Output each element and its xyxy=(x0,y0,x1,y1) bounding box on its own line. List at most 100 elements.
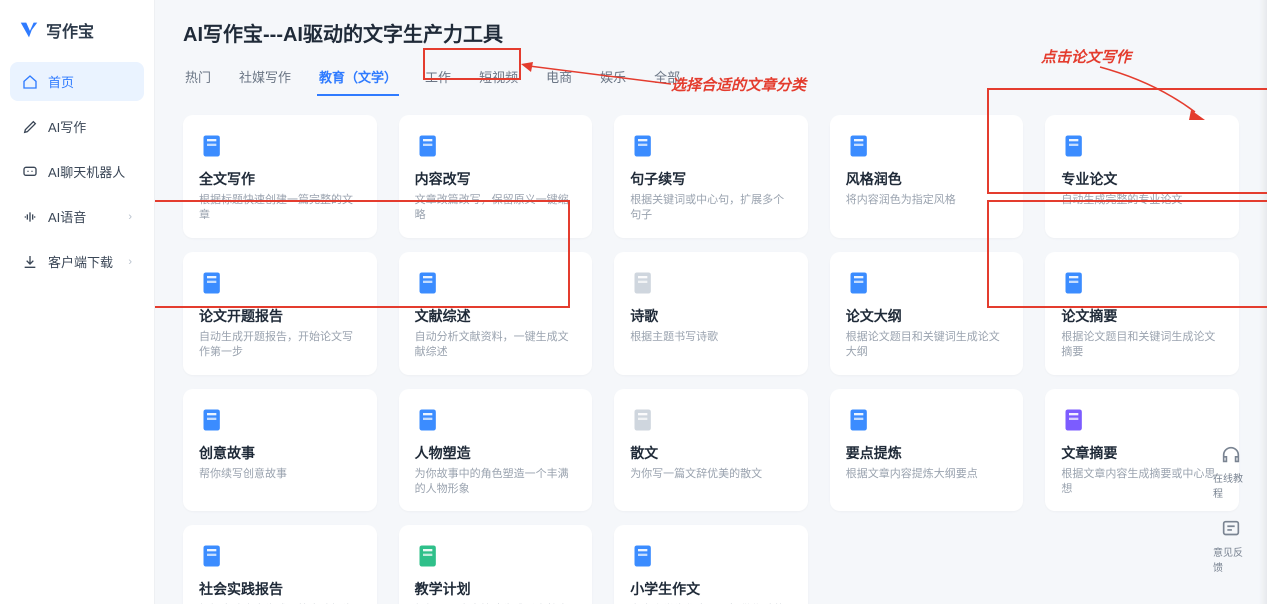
template-card-16[interactable]: 教学计划根据课程内容快速生成千字教案 xyxy=(399,525,593,604)
card-desc: 文章改篇改写，保留原义一键缩略 xyxy=(415,193,577,224)
card-icon xyxy=(415,541,445,571)
card-desc: 根据论文题目和关键词生成论文大纲 xyxy=(846,330,1008,361)
card-icon xyxy=(846,131,876,161)
template-card-17[interactable]: 小学生作文为中小学生作文题目提供优秀范文 xyxy=(614,525,808,604)
card-title: 散文 xyxy=(630,443,792,463)
template-card-7[interactable]: 诗歌根据主题书写诗歌 xyxy=(614,252,808,375)
tab-6[interactable]: 娱乐 xyxy=(598,61,628,96)
chat-icon xyxy=(22,164,38,180)
card-desc: 根据文章内容生成摘要或中心思想 xyxy=(1061,467,1223,498)
card-icon xyxy=(415,268,445,298)
card-title: 论文大纲 xyxy=(846,306,1008,326)
template-card-13[interactable]: 要点提炼根据文章内容提炼大纲要点 xyxy=(830,389,1024,512)
sidebar-item-voice[interactable]: AI语音 › xyxy=(10,197,144,236)
chevron-right-icon: › xyxy=(128,256,132,268)
tab-7[interactable]: 全部 xyxy=(652,61,682,96)
template-card-10[interactable]: 创意故事帮你续写创意故事 xyxy=(183,389,377,512)
card-desc: 根据文章内容提炼大纲要点 xyxy=(846,467,1008,482)
download-icon xyxy=(22,254,38,270)
sidebar-item-home[interactable]: 首页 xyxy=(10,62,144,101)
card-desc: 根据论文题目和关键词生成论文摘要 xyxy=(1061,330,1223,361)
card-icon xyxy=(1061,268,1091,298)
card-icon xyxy=(199,268,229,298)
tab-2[interactable]: 教育（文学） xyxy=(317,61,399,96)
home-icon xyxy=(22,74,38,90)
template-card-2[interactable]: 句子续写根据关键词或中心句，扩展多个句子 xyxy=(614,115,808,238)
sidebar-item-label: AI写作 xyxy=(48,117,86,136)
card-title: 内容改写 xyxy=(415,169,577,189)
card-icon xyxy=(199,405,229,435)
sidebar-item-chatbot[interactable]: AI聊天机器人 xyxy=(10,152,144,191)
card-desc: 帮你续写创意故事 xyxy=(199,467,361,482)
card-icon xyxy=(415,131,445,161)
card-title: 全文写作 xyxy=(199,169,361,189)
card-icon xyxy=(630,541,660,571)
brand-icon xyxy=(18,19,40,41)
sidebar-item-label: AI聊天机器人 xyxy=(48,162,125,181)
tab-0[interactable]: 热门 xyxy=(183,61,213,96)
tab-4[interactable]: 短视频 xyxy=(477,61,520,96)
template-card-1[interactable]: 内容改写文章改篇改写，保留原义一键缩略 xyxy=(399,115,593,238)
category-tabs: 热门社媒写作教育（文学） 工作短视频电商娱乐全部 xyxy=(183,61,1239,97)
card-title: 教学计划 xyxy=(415,579,577,599)
card-icon xyxy=(1061,131,1091,161)
card-title: 文章摘要 xyxy=(1061,443,1223,463)
card-icon xyxy=(415,405,445,435)
card-title: 社会实践报告 xyxy=(199,579,361,599)
template-card-15[interactable]: 社会实践报告根据实践内容生成一篇实践报告 xyxy=(183,525,377,604)
card-icon xyxy=(846,405,876,435)
sidebar-item-label: 客户端下载 xyxy=(48,252,113,271)
card-icon xyxy=(199,131,229,161)
template-card-14[interactable]: 文章摘要根据文章内容生成摘要或中心思想 xyxy=(1045,389,1239,512)
template-card-12[interactable]: 散文为你写一篇文辞优美的散文 xyxy=(614,389,808,512)
card-icon xyxy=(846,268,876,298)
card-desc: 将内容润色为指定风格 xyxy=(846,193,1008,208)
pen-icon xyxy=(22,119,38,135)
sidebar-item-label: AI语音 xyxy=(48,207,86,226)
template-card-6[interactable]: 文献综述自动分析文献资料，一键生成文献综述 xyxy=(399,252,593,375)
sidebar: 写作宝 首页 AI写作 AI聊天机器人 AI语音 › 客户端下载 › xyxy=(0,0,155,604)
card-title: 诗歌 xyxy=(630,306,792,326)
float-feedback[interactable]: 意见反馈 xyxy=(1213,518,1249,574)
sidebar-item-download[interactable]: 客户端下载 › xyxy=(10,242,144,281)
headset-icon xyxy=(1220,444,1242,466)
card-icon xyxy=(630,131,660,161)
card-title: 论文摘要 xyxy=(1061,306,1223,326)
page-title: AI写作宝---AI驱动的文字生产力工具 xyxy=(183,18,1239,47)
card-title: 句子续写 xyxy=(630,169,792,189)
float-actions: 在线教程 意见反馈 xyxy=(1213,444,1249,574)
template-card-5[interactable]: 论文开题报告自动生成开题报告，开始论文写作第一步 xyxy=(183,252,377,375)
tab-5[interactable]: 电商 xyxy=(544,61,574,96)
card-title: 小学生作文 xyxy=(630,579,792,599)
card-desc: 自动生成完整的专业论文 xyxy=(1061,193,1223,208)
tab-3[interactable]: 工作 xyxy=(423,61,453,96)
sidebar-item-label: 首页 xyxy=(48,72,74,91)
template-card-4[interactable]: 专业论文自动生成完整的专业论文 xyxy=(1045,115,1239,238)
template-card-0[interactable]: 全文写作根据标题快速创建一篇完整的文章 xyxy=(183,115,377,238)
chevron-right-icon: › xyxy=(128,211,132,223)
card-title: 创意故事 xyxy=(199,443,361,463)
card-desc: 根据标题快速创建一篇完整的文章 xyxy=(199,193,361,224)
template-card-11[interactable]: 人物塑造为你故事中的角色塑造一个丰满的人物形象 xyxy=(399,389,593,512)
float-tutorial[interactable]: 在线教程 xyxy=(1213,444,1249,500)
template-grid: 全文写作根据标题快速创建一篇完整的文章内容改写文章改篇改写，保留原义一键缩略句子… xyxy=(183,115,1239,604)
feedback-icon xyxy=(1220,518,1242,540)
sidebar-item-write[interactable]: AI写作 xyxy=(10,107,144,146)
card-desc: 自动分析文献资料，一键生成文献综述 xyxy=(415,330,577,361)
float-label: 意见反馈 xyxy=(1213,544,1249,574)
card-title: 专业论文 xyxy=(1061,169,1223,189)
float-label: 在线教程 xyxy=(1213,470,1249,500)
template-card-3[interactable]: 风格润色将内容润色为指定风格 xyxy=(830,115,1024,238)
tab-1[interactable]: 社媒写作 xyxy=(237,61,293,96)
card-desc: 根据主题书写诗歌 xyxy=(630,330,792,345)
card-title: 文献综述 xyxy=(415,306,577,326)
audio-icon xyxy=(22,209,38,225)
template-card-8[interactable]: 论文大纲根据论文题目和关键词生成论文大纲 xyxy=(830,252,1024,375)
card-icon xyxy=(630,268,660,298)
card-desc: 自动生成开题报告，开始论文写作第一步 xyxy=(199,330,361,361)
card-title: 风格润色 xyxy=(846,169,1008,189)
template-card-9[interactable]: 论文摘要根据论文题目和关键词生成论文摘要 xyxy=(1045,252,1239,375)
card-icon xyxy=(1061,405,1091,435)
main-content: AI写作宝---AI驱动的文字生产力工具 热门社媒写作教育（文学） 工作短视频电商… xyxy=(155,0,1267,604)
card-title: 人物塑造 xyxy=(415,443,577,463)
